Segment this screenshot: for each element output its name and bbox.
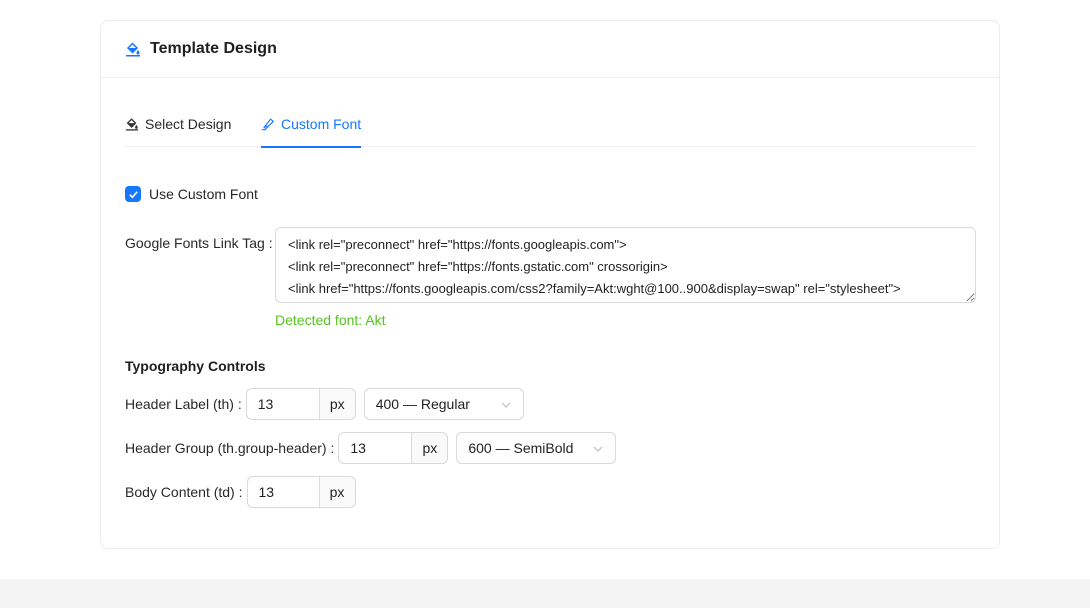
use-custom-font-checkbox[interactable]: [125, 186, 141, 202]
tab-label: Custom Font: [281, 116, 362, 132]
header-group-size-group: 13 px: [338, 432, 449, 464]
header-label-size-group: 13 px: [245, 388, 356, 420]
card-title: Template Design: [150, 40, 277, 57]
card-header: Template Design: [101, 21, 999, 78]
paint-bucket-icon: [125, 41, 141, 57]
body-content-size-input[interactable]: 13: [246, 476, 319, 508]
paint-bucket-icon: [125, 117, 139, 131]
body-content-row: Body Content (td) : 13 px: [125, 476, 356, 508]
template-design-card: Template Design Select Design Custom Fon…: [100, 20, 1000, 549]
row-label-text: Header Group (th.group-header): [125, 440, 327, 456]
highlighter-icon: [261, 117, 275, 131]
header-label-label: Header Label (th) :: [125, 396, 242, 412]
tab-select-design[interactable]: Select Design: [125, 101, 231, 147]
row-label-text: Body Content (td): [125, 484, 235, 500]
px-addon: px: [318, 388, 356, 420]
select-value: 400 — Regular: [375, 396, 470, 412]
row-label-text: Header Label (th): [125, 396, 234, 412]
header-group-weight-select[interactable]: 600 — SemiBold: [456, 432, 617, 464]
google-fonts-label: Google Fonts Link Tag :: [125, 235, 273, 251]
select-value: 600 — SemiBold: [468, 440, 574, 456]
px-addon: px: [411, 432, 449, 464]
detected-font-text: Detected font: Akt: [275, 312, 386, 328]
body-content-label: Body Content (td) :: [125, 484, 243, 500]
page-footer-band: [0, 579, 1090, 608]
header-label-weight-select[interactable]: 400 — Regular: [363, 388, 524, 420]
px-addon: px: [318, 476, 356, 508]
tab-label: Select Design: [145, 116, 232, 132]
use-custom-font-row: Use Custom Font: [125, 186, 258, 202]
google-fonts-label-text: Google Fonts Link Tag: [125, 235, 265, 251]
tab-custom-font[interactable]: Custom Font: [261, 101, 362, 148]
header-label-size-input[interactable]: 13: [245, 388, 319, 420]
header-label-row: Header Label (th) : 13 px 400 — Regular: [125, 388, 524, 420]
design-tabs: Select Design Custom Font: [125, 101, 976, 148]
use-custom-font-label: Use Custom Font: [149, 186, 258, 202]
google-fonts-link-textarea[interactable]: <link rel="preconnect" href="https://fon…: [275, 227, 976, 303]
typography-controls-title: Typography Controls: [125, 358, 266, 374]
check-icon: [128, 190, 138, 198]
chevron-down-icon: [500, 398, 512, 410]
header-group-size-input[interactable]: 13: [338, 432, 412, 464]
body-content-size-group: 13 px: [246, 476, 356, 508]
header-group-row: Header Group (th.group-header) : 13 px 6…: [125, 432, 617, 464]
chevron-down-icon: [592, 442, 604, 454]
header-group-label: Header Group (th.group-header) :: [125, 440, 335, 456]
